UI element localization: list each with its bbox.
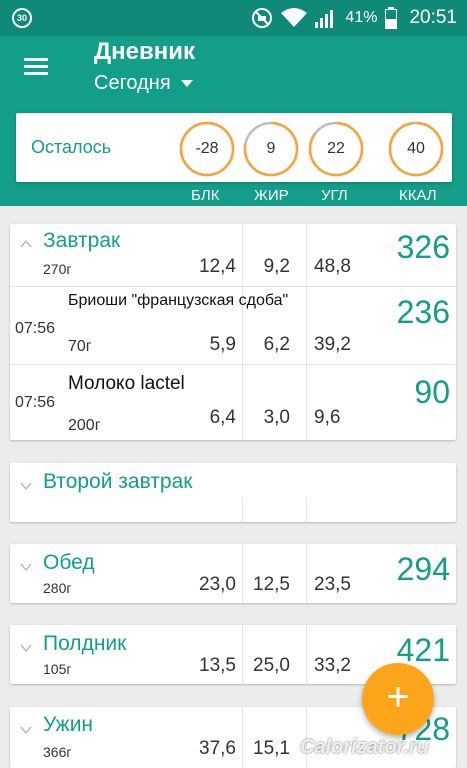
macro-label-carbs: УГЛ xyxy=(321,187,348,204)
meal-name: Полдник xyxy=(43,632,127,655)
item-carbs: 39,2 xyxy=(314,334,351,355)
chevron-down-icon xyxy=(20,644,32,653)
carbs-remaining: 22 xyxy=(327,140,345,157)
item-fat: 6,2 xyxy=(263,334,290,355)
chevron-down-icon xyxy=(20,726,32,735)
item-name: Молоко lactel xyxy=(68,373,185,394)
remaining-summary-card: Осталось -28 9 22 40 xyxy=(16,113,452,182)
clock: 20:51 xyxy=(409,7,457,28)
meal-protein: 13,5 xyxy=(199,655,236,676)
date-label: Сегодня xyxy=(94,72,171,94)
meal-fat: 12,5 xyxy=(253,574,290,595)
dnd-icon xyxy=(252,8,273,28)
item-kcal: 90 xyxy=(414,374,450,410)
page-title: Дневник xyxy=(94,38,195,65)
battery-icon xyxy=(385,7,398,29)
signal-icon xyxy=(315,10,334,28)
meal-weight: 280г xyxy=(43,580,72,596)
status-bar: 30 41% 20:51 xyxy=(0,0,467,36)
chevron-down-icon xyxy=(20,482,32,491)
meal-carbs: 48,8 xyxy=(314,256,351,277)
meal-name: Второй завтрак xyxy=(43,470,193,493)
meal-kcal: 326 xyxy=(396,229,450,265)
item-carbs: 9,6 xyxy=(314,407,341,428)
meal-carbs: 23,5 xyxy=(314,574,351,595)
battery-percent: 41% xyxy=(345,9,378,26)
menu-button[interactable] xyxy=(20,54,52,86)
meal-fat: 15,1 xyxy=(253,738,290,759)
meal-weight: 270г xyxy=(43,261,72,277)
notification-badge: 30 xyxy=(12,8,32,28)
meal-carbs: 33,2 xyxy=(314,655,351,676)
item-weight: 200г xyxy=(68,417,101,434)
meal-name: Ужин xyxy=(43,713,94,736)
item-time: 07:56 xyxy=(15,320,56,337)
meal-fat: 9,2 xyxy=(263,256,290,277)
item-kcal: 236 xyxy=(396,294,450,330)
add-food-button[interactable]: + xyxy=(362,663,434,735)
meal-card-breakfast: Завтрак 270г 12,4 9,2 48,8 326 07:56 Бри… xyxy=(10,224,456,440)
protein-remaining: -28 xyxy=(195,140,219,157)
item-protein: 6,4 xyxy=(209,407,236,428)
meal-protein: 12,4 xyxy=(199,256,236,277)
fat-remaining: 9 xyxy=(266,140,276,157)
item-time: 07:56 xyxy=(15,394,56,411)
meal-card-second-breakfast[interactable]: Второй завтрак xyxy=(10,463,456,522)
meal-weight: 366г xyxy=(43,744,72,760)
meal-kcal: 294 xyxy=(396,551,450,587)
item-weight: 70г xyxy=(68,338,92,355)
menu-icon xyxy=(20,58,52,75)
meal-weight: 105г xyxy=(43,661,72,677)
chevron-up-icon xyxy=(20,239,32,248)
meal-name: Обед xyxy=(43,551,95,574)
macro-label-kcal: ККАЛ xyxy=(399,187,437,204)
dropdown-arrow-icon xyxy=(180,80,193,87)
meal-card-lunch[interactable]: Обед 280г 23,0 12,5 23,5 294 xyxy=(10,544,456,603)
app-bar: Дневник Сегодня Осталось -28 9 22 40 БЛК… xyxy=(0,36,467,206)
item-fat: 3,0 xyxy=(263,407,290,428)
kcal-remaining: 40 xyxy=(407,140,425,157)
chevron-down-icon xyxy=(20,563,32,572)
watermark: Calorizator.ru xyxy=(300,736,429,758)
meal-protein: 23,0 xyxy=(199,574,236,595)
date-selector[interactable]: Сегодня xyxy=(94,72,193,95)
meal-name: Завтрак xyxy=(43,229,121,252)
item-name: Бриоши "французская сдоба" xyxy=(68,292,289,309)
plus-icon: + xyxy=(386,675,410,719)
macro-label-protein: БЛК xyxy=(191,187,220,204)
macro-label-fat: ЖИР xyxy=(254,187,289,204)
item-protein: 5,9 xyxy=(209,334,236,355)
meal-protein: 37,6 xyxy=(199,738,236,759)
meal-fat: 25,0 xyxy=(253,655,290,676)
remaining-label: Осталось xyxy=(31,137,112,157)
wifi-icon xyxy=(281,8,308,27)
